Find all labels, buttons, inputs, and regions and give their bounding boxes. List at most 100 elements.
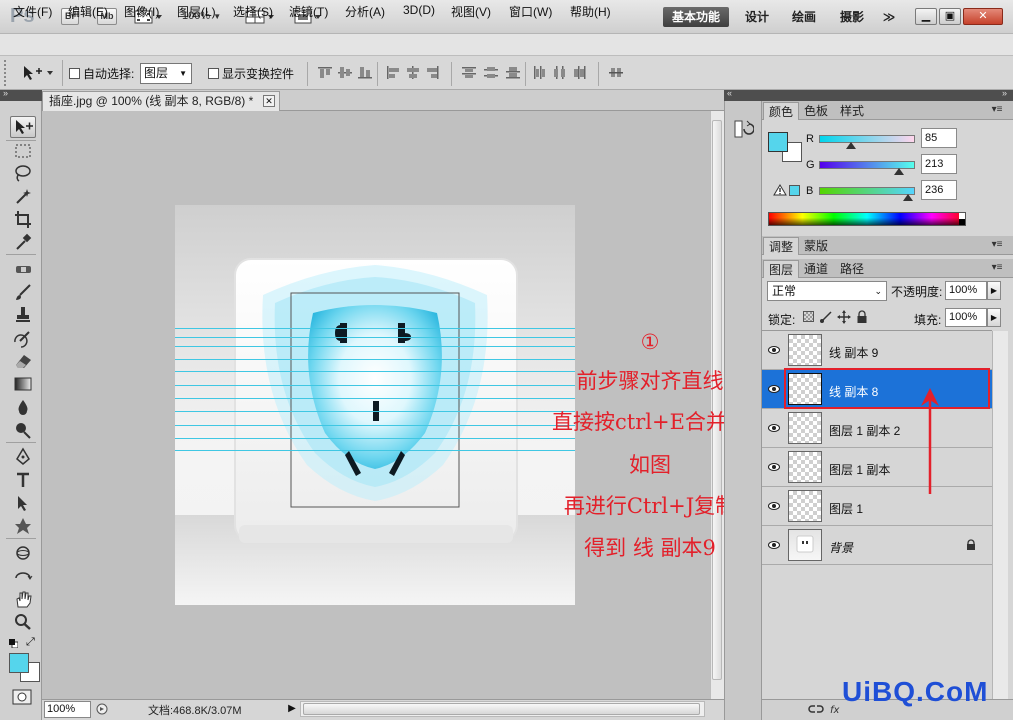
- 3d-orbit-tool[interactable]: [12, 566, 34, 586]
- layer-thumbnail[interactable]: [788, 373, 822, 405]
- quick-selection-tool[interactable]: [12, 186, 34, 206]
- menu-layer[interactable]: 图层(L): [177, 3, 216, 20]
- eye-icon[interactable]: [768, 540, 780, 550]
- layer-thumbnail[interactable]: [788, 334, 822, 366]
- fill-slider-button[interactable]: ▶: [987, 308, 1001, 327]
- collapsed-dock-header[interactable]: «: [724, 88, 762, 101]
- layer-name[interactable]: 线 副本 8: [829, 383, 878, 400]
- hand-tool[interactable]: [12, 589, 34, 609]
- layer-name[interactable]: 线 副本 9: [829, 344, 878, 361]
- marquee-tool[interactable]: [12, 141, 34, 161]
- status-options-button[interactable]: [95, 701, 109, 717]
- opacity-slider-button[interactable]: ▶: [987, 281, 1001, 300]
- layer-thumbnail[interactable]: [788, 412, 822, 444]
- document-image[interactable]: [175, 205, 575, 605]
- history-brush-tool[interactable]: [12, 328, 34, 348]
- tab-layers[interactable]: 图层: [763, 260, 800, 278]
- tab-masks[interactable]: 蒙版: [799, 237, 833, 255]
- channel-r-slider[interactable]: [819, 135, 915, 143]
- align-horizontal-center-icon[interactable]: [406, 66, 420, 79]
- pen-tool[interactable]: [12, 447, 34, 467]
- align-bottom-icon[interactable]: [358, 66, 372, 79]
- quick-mask-button[interactable]: [12, 689, 32, 705]
- eyedropper-tool[interactable]: [12, 232, 34, 252]
- tool-preset-picker[interactable]: [20, 62, 56, 84]
- auto-select-checkbox[interactable]: [69, 68, 80, 79]
- workspace-design-button[interactable]: 设计: [739, 7, 775, 27]
- tab-styles[interactable]: 样式: [835, 102, 869, 120]
- layer-thumbnail[interactable]: [788, 451, 822, 483]
- crop-tool[interactable]: [12, 209, 34, 229]
- tab-adjustments[interactable]: 调整: [763, 237, 800, 255]
- menu-window[interactable]: 窗口(W): [509, 3, 552, 20]
- layer-name[interactable]: 背景: [829, 539, 853, 556]
- align-left-icon[interactable]: [386, 66, 400, 79]
- distribute-bottom-icon[interactable]: [506, 66, 520, 79]
- channel-b-slider[interactable]: [819, 187, 915, 195]
- adjust-panel-menu-button[interactable]: ▾≡: [990, 239, 1004, 250]
- brush-tool[interactable]: [12, 282, 34, 302]
- path-selection-tool[interactable]: [12, 493, 34, 513]
- history-panel-button[interactable]: [732, 118, 755, 140]
- layer-name[interactable]: 图层 1: [829, 500, 863, 517]
- show-transform-checkbox[interactable]: [208, 68, 219, 79]
- distribute-horizontal-center-icon[interactable]: [553, 66, 567, 79]
- default-colors-button[interactable]: [9, 637, 19, 649]
- maximize-button[interactable]: ▣: [939, 8, 961, 25]
- menu-view[interactable]: 视图(V): [451, 3, 491, 20]
- distribute-top-icon[interactable]: [462, 66, 476, 79]
- healing-brush-tool[interactable]: [12, 259, 34, 279]
- zoom-field[interactable]: 100%: [44, 701, 91, 718]
- align-top-icon[interactable]: [318, 66, 332, 79]
- tab-swatches[interactable]: 色板: [799, 102, 833, 120]
- menu-filter[interactable]: 滤镜(T): [289, 3, 328, 20]
- gradient-tool[interactable]: [12, 374, 34, 394]
- color-panel-menu-button[interactable]: ▾≡: [990, 104, 1004, 115]
- opacity-field[interactable]: 100%: [945, 281, 987, 300]
- channel-g-value[interactable]: 213: [921, 154, 957, 174]
- color-panel-foreground-swatch[interactable]: [768, 132, 788, 152]
- workspace-painting-button[interactable]: 绘画: [786, 7, 822, 27]
- distribute-vertical-center-icon[interactable]: [484, 66, 498, 79]
- lock-image-button[interactable]: [819, 310, 833, 324]
- layer-thumbnail[interactable]: [788, 490, 822, 522]
- menu-image[interactable]: 图像(I): [124, 3, 159, 20]
- workspace-basic-button[interactable]: 基本功能: [663, 7, 729, 27]
- eye-icon[interactable]: [768, 423, 780, 433]
- document-tab[interactable]: 插座.jpg @ 100% (线 副本 8, RGB/8) *: [42, 91, 280, 111]
- workspace-photography-button[interactable]: 摄影: [834, 7, 870, 27]
- lock-position-button[interactable]: [837, 310, 851, 324]
- auto-select-target-select[interactable]: 图层 ▼: [140, 63, 192, 84]
- foreground-color-swatch[interactable]: [9, 653, 29, 673]
- eye-icon[interactable]: [768, 462, 780, 472]
- menu-analysis[interactable]: 分析(A): [345, 3, 385, 20]
- menu-3d[interactable]: 3D(D): [403, 3, 435, 17]
- channel-b-slider-knob[interactable]: [902, 194, 913, 201]
- layers-vertical-scrollbar[interactable]: [992, 331, 1008, 699]
- eye-icon[interactable]: [768, 501, 780, 511]
- align-vertical-center-icon[interactable]: [338, 66, 352, 79]
- link-layers-icon[interactable]: [808, 703, 824, 715]
- more-workspaces-button[interactable]: ≫: [878, 7, 900, 27]
- 3d-rotate-tool[interactable]: [12, 543, 34, 563]
- blur-tool[interactable]: [12, 397, 34, 417]
- menu-file[interactable]: 文件(F): [13, 3, 52, 20]
- swap-colors-button[interactable]: ⤢: [26, 636, 38, 648]
- eye-icon[interactable]: [768, 345, 780, 355]
- out-of-gamut-warning[interactable]: [773, 184, 787, 196]
- lock-all-button[interactable]: [856, 310, 868, 324]
- channel-b-value[interactable]: 236: [921, 180, 957, 200]
- blend-mode-select[interactable]: 正常 ⌄: [767, 281, 887, 301]
- tab-channels[interactable]: 通道: [799, 260, 833, 278]
- close-window-button[interactable]: ✕: [963, 8, 1003, 25]
- color-spectrum-bar[interactable]: [768, 212, 966, 226]
- layers-panel-menu-button[interactable]: ▾≡: [990, 262, 1004, 273]
- eye-icon[interactable]: [768, 384, 780, 394]
- tab-color[interactable]: 颜色: [763, 102, 800, 120]
- eraser-tool[interactable]: [12, 351, 34, 371]
- shape-tool[interactable]: [12, 516, 34, 536]
- close-document-button[interactable]: ✕: [263, 95, 275, 107]
- distribute-right-icon[interactable]: [573, 66, 587, 79]
- channel-r-slider-knob[interactable]: [845, 142, 856, 149]
- status-menu-button[interactable]: ▶: [286, 701, 298, 717]
